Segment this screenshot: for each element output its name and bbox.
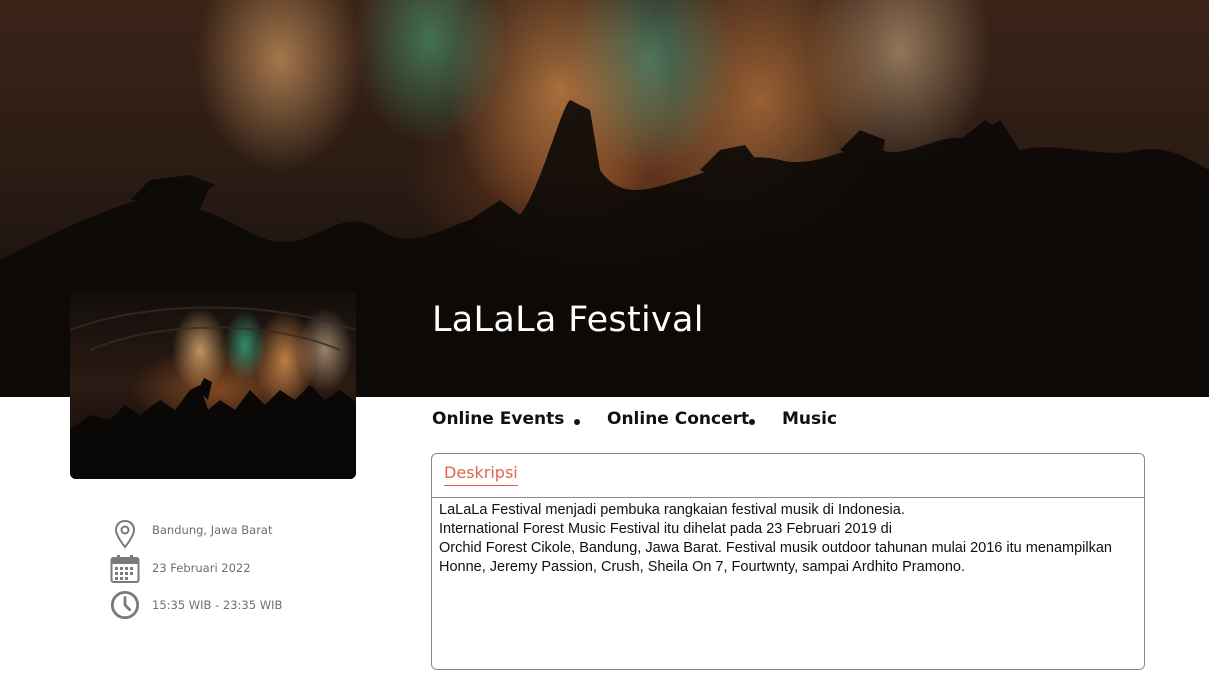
description-line: Orchid Forest Cikole, Bandung, Jawa Bara… bbox=[439, 540, 1112, 556]
event-title: LaLaLa Festival bbox=[432, 300, 704, 340]
location-text: Bandung, Jawa Barat bbox=[152, 523, 273, 537]
location-pin-icon bbox=[110, 519, 140, 549]
description-panel: Deskripsi LaLaLa Festival menjadi pembuk… bbox=[431, 453, 1145, 670]
thumbnail-crowd-silhouette bbox=[70, 306, 356, 479]
description-line: LaLaLa Festival menjadi pembuka rangkaia… bbox=[439, 502, 905, 518]
tag-online-events: Online Events bbox=[432, 409, 565, 429]
date-text: 23 Februari 2022 bbox=[152, 561, 251, 575]
event-thumbnail-image bbox=[70, 290, 356, 479]
time-text: 15:35 WIB - 23:35 WIB bbox=[152, 598, 283, 612]
clock-icon bbox=[110, 590, 140, 620]
description-tab[interactable]: Deskripsi bbox=[444, 463, 518, 486]
tag-music: Music bbox=[782, 409, 838, 429]
tag-separator-dot bbox=[749, 419, 755, 425]
calendar-icon bbox=[110, 554, 140, 584]
description-header: Deskripsi bbox=[432, 454, 1144, 498]
info-location: Bandung, Jawa Barat bbox=[110, 518, 272, 550]
tag-online-concert: Online Concert bbox=[607, 409, 750, 429]
info-time: 15:35 WIB - 23:35 WIB bbox=[110, 589, 282, 621]
tag-separator-dot bbox=[574, 419, 580, 425]
info-date: 23 Februari 2022 bbox=[110, 553, 251, 585]
description-line: International Forest Music Festival itu … bbox=[439, 521, 892, 537]
description-text: LaLaLa Festival menjadi pembuka rangkaia… bbox=[439, 501, 1139, 577]
description-line: Honne, Jeremy Passion, Crush, Sheila On … bbox=[439, 559, 966, 575]
